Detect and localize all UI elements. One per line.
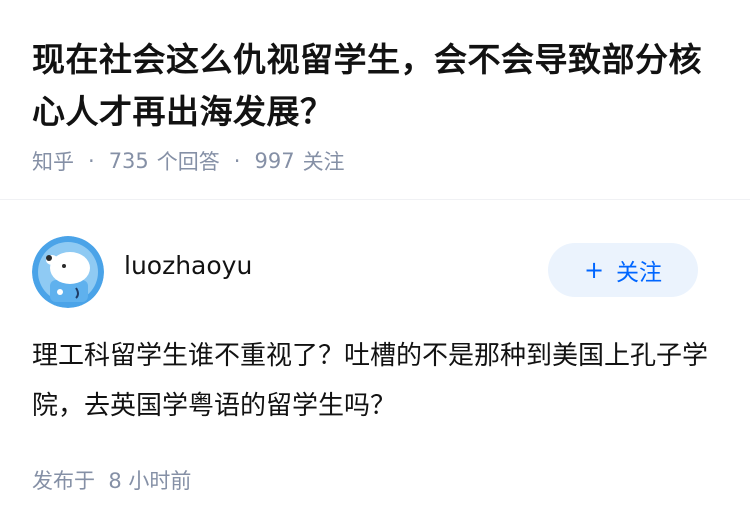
source-label[interactable]: 知乎 <box>32 146 74 176</box>
divider <box>0 199 750 200</box>
avatar[interactable] <box>32 236 104 308</box>
answers-count: 735 <box>108 149 149 173</box>
published-time: 发布于 8 小时前 <box>32 469 192 493</box>
author-name[interactable]: luozhaoyu <box>124 251 252 280</box>
follow-label: 关注 <box>616 260 663 286</box>
separator-dot: · <box>88 149 95 173</box>
plus-icon: + <box>583 256 605 284</box>
follow-button[interactable]: + 关注 <box>548 243 698 297</box>
question-title[interactable]: 现在社会这么仇视留学生，会不会导致部分核心人才再出海发展？ <box>32 34 722 138</box>
separator-dot: · <box>233 149 241 173</box>
followers-label: 关注 <box>302 150 345 174</box>
followers-count: 997 <box>254 149 295 173</box>
answer-content[interactable]: 理工科留学生谁不重视了？吐槽的不是那种到美国上孔子学院，去英国学粤语的留学生吗？ <box>32 331 722 431</box>
answer-page: 现在社会这么仇视留学生，会不会导致部分核心人才再出海发展？ 知乎 · 735 个… <box>0 0 750 532</box>
avatar-image <box>32 236 104 308</box>
answers-label[interactable]: 个回答 <box>157 146 220 176</box>
question-meta: 知乎 · 735 个回答 · 997 关注 <box>32 146 345 176</box>
